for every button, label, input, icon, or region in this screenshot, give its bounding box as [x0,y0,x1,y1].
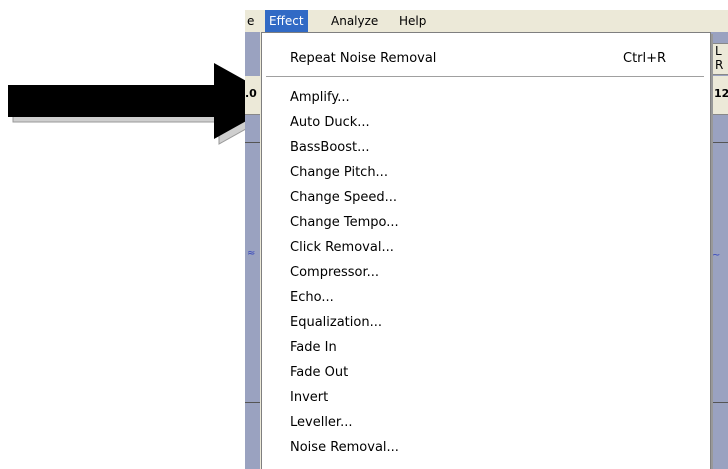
menu-separator [266,76,704,78]
menu-item-compressor[interactable]: Compressor... [262,262,710,285]
track-line [710,402,728,403]
waveform: ~ [712,250,721,261]
timeline-ruler-left: .0 [245,76,260,115]
menu-item-noise-removal[interactable]: Noise Removal... [262,437,710,460]
menu-effect[interactable]: Effect [265,10,308,32]
menu-item-label: Invert [290,390,329,405]
menu-help[interactable]: Help [395,10,430,32]
menu-item-label: Change Tempo... [290,215,399,230]
menu-item-label: Leveller... [290,415,353,430]
menu-item-label: Equalization... [290,315,382,330]
menu-analyze[interactable]: Analyze [327,10,382,32]
meter-left-label: L [715,44,722,58]
menu-item-equalization[interactable]: Equalization... [262,312,710,335]
timeline-ruler-right: 12 [710,76,728,115]
menu-item-click-removal[interactable]: Click Removal... [262,237,710,260]
menu-item-label: Fade In [290,340,337,355]
track-line [245,142,260,143]
menu-item-label: Repeat Noise Removal [290,51,437,66]
menu-item-label: Compressor... [290,265,380,280]
menu-item-label: Echo... [290,290,334,305]
track-line [245,402,260,403]
menu-item-shortcut: Ctrl+R [623,51,667,66]
track-line [710,142,728,143]
menu-item-auto-duck[interactable]: Auto Duck... [262,112,710,135]
ruler-label-right: 12 [714,87,728,100]
ruler-label-left: .0 [245,87,257,100]
menu-item-amplify[interactable]: Amplify... [262,87,710,110]
menu-item-fade-out[interactable]: Fade Out [262,362,710,385]
menu-item-echo[interactable]: Echo... [262,287,710,310]
menu-item-change-speed[interactable]: Change Speed... [262,187,710,210]
menu-item-invert[interactable]: Invert [262,387,710,410]
screen: { "menubar": { "partial_item": "e", "eff… [0,0,728,469]
menu-item-label: BassBoost... [290,140,370,155]
menu-item-bassboost[interactable]: BassBoost... [262,137,710,160]
waveform: ≈ [247,248,256,259]
menu-item-fade-in[interactable]: Fade In [262,337,710,360]
menu-item-leveller[interactable]: Leveller... [262,412,710,435]
menu-bar: e Effect Analyze Help [245,10,728,32]
meter-right-label: R [715,58,724,72]
menu-item-label: Change Speed... [290,190,398,205]
menu-item-change-tempo[interactable]: Change Tempo... [262,212,710,235]
audacity-window: e Effect Analyze Help .0 12 L R ≈ ~ Repe… [245,10,728,469]
menu-item-label: Change Pitch... [290,165,388,180]
menu-item-label: Amplify... [290,90,350,105]
meter-lr-box: L R [712,43,728,75]
menu-item-label: Noise Removal... [290,440,399,455]
menu-item-repeat-noise-removal[interactable]: Repeat Noise Removal Ctrl+R [262,48,710,71]
effect-dropdown-menu: Repeat Noise Removal Ctrl+R Amplify... A… [261,32,711,469]
menu-item-change-pitch[interactable]: Change Pitch... [262,162,710,185]
menu-item-label: Auto Duck... [290,115,370,130]
menu-item-label: Click Removal... [290,240,394,255]
menu-item-label: Fade Out [290,365,349,380]
menu-partial-item[interactable]: e [245,10,258,32]
